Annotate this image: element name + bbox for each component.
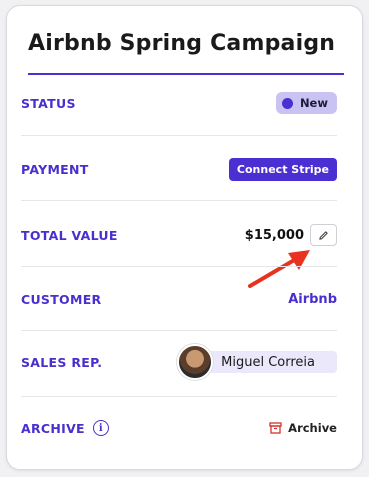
card-title: Airbnb Spring Campaign bbox=[28, 31, 336, 56]
sales-rep-chip[interactable]: Miguel Correia bbox=[177, 344, 337, 380]
annotation-arrow-icon bbox=[248, 250, 310, 288]
status-badge[interactable]: New bbox=[275, 92, 337, 114]
payment-row: PAYMENT Connect Stripe bbox=[21, 157, 337, 181]
archive-label-group: ARCHIVE i bbox=[21, 420, 109, 436]
status-badge-text: New bbox=[299, 96, 328, 110]
divider bbox=[21, 396, 337, 397]
total-value-row: TOTAL VALUE $15,000 bbox=[21, 223, 337, 247]
connect-stripe-button[interactable]: Connect Stripe bbox=[228, 157, 337, 181]
title-underline bbox=[28, 73, 344, 75]
customer-row: CUSTOMER Airbnb bbox=[21, 287, 337, 311]
payment-label: PAYMENT bbox=[21, 161, 89, 177]
divider bbox=[21, 135, 337, 136]
sales-rep-name: Miguel Correia bbox=[221, 354, 315, 370]
status-label: STATUS bbox=[21, 95, 76, 111]
archive-button-label: Archive bbox=[288, 421, 337, 435]
info-icon[interactable]: i bbox=[92, 420, 109, 436]
archive-button[interactable]: Archive bbox=[269, 421, 337, 435]
status-row: STATUS New bbox=[21, 91, 337, 115]
customer-link[interactable]: Airbnb bbox=[288, 292, 337, 307]
status-dot-icon bbox=[281, 97, 293, 109]
avatar bbox=[177, 344, 214, 380]
customer-label: CUSTOMER bbox=[21, 291, 102, 307]
archive-row: ARCHIVE i Archive bbox=[21, 416, 337, 440]
pencil-icon bbox=[319, 230, 328, 240]
total-value-amount: $15,000 bbox=[244, 227, 304, 243]
edit-value-button[interactable] bbox=[310, 224, 337, 246]
total-value-label: TOTAL VALUE bbox=[21, 227, 118, 243]
divider bbox=[21, 266, 337, 267]
divider bbox=[21, 200, 337, 201]
divider bbox=[21, 330, 337, 331]
archive-box-icon bbox=[269, 422, 282, 434]
total-value: $15,000 bbox=[245, 224, 337, 246]
sales-rep-label: SALES REP. bbox=[21, 354, 103, 370]
sales-rep-row: SALES REP. Miguel Correia bbox=[21, 344, 337, 380]
archive-label: ARCHIVE bbox=[21, 420, 85, 436]
